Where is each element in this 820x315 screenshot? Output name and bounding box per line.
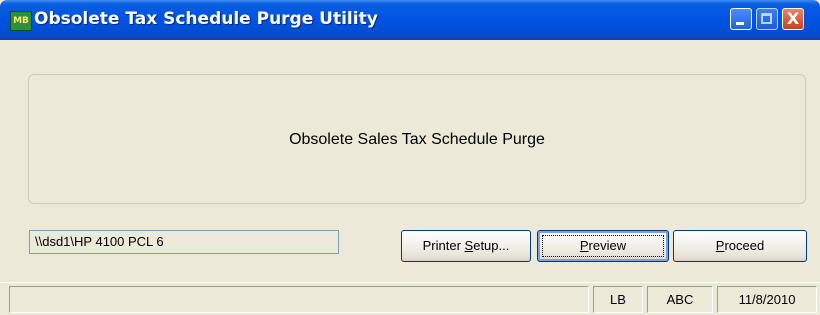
preview-accel: P [579, 238, 589, 253]
minimize-button[interactable] [730, 8, 752, 30]
printer-setup-button[interactable]: Printer Setup... [401, 230, 531, 262]
status-user-panel: LB [593, 286, 643, 313]
proceed-label: roceed [724, 238, 765, 253]
close-icon: X [786, 9, 800, 28]
printer-setup-accel: S [464, 238, 474, 253]
close-button[interactable]: X [782, 8, 804, 30]
window-title: Obsolete Tax Schedule Purge Utility [34, 9, 378, 29]
printer-setup-label-a: Printer [422, 238, 465, 253]
printer-setup-label-b: etup... [473, 238, 510, 253]
status-company-panel: ABC [647, 286, 713, 313]
app-icon[interactable]: MB [10, 11, 32, 31]
maximize-button[interactable] [756, 8, 778, 30]
caption-group-box: Obsolete Sales Tax Schedule Purge [28, 74, 806, 204]
purge-utility-window: MB Obsolete Tax Schedule Purge Utility X… [0, 0, 820, 315]
maximize-icon [761, 13, 772, 24]
minimize-icon [736, 22, 744, 25]
preview-label: review [588, 238, 627, 253]
status-message-panel [9, 286, 589, 313]
title-bar[interactable]: MB Obsolete Tax Schedule Purge Utility X [0, 0, 820, 40]
proceed-button[interactable]: Proceed [673, 230, 807, 262]
status-bar: LB ABC 11/8/2010 [0, 282, 820, 315]
printer-name-field: \\dsd1\HP 4100 PCL 6 [29, 230, 339, 254]
status-date-panel: 11/8/2010 [717, 286, 817, 313]
preview-button[interactable]: Preview [537, 230, 669, 262]
main-caption: Obsolete Sales Tax Schedule Purge [289, 131, 545, 148]
